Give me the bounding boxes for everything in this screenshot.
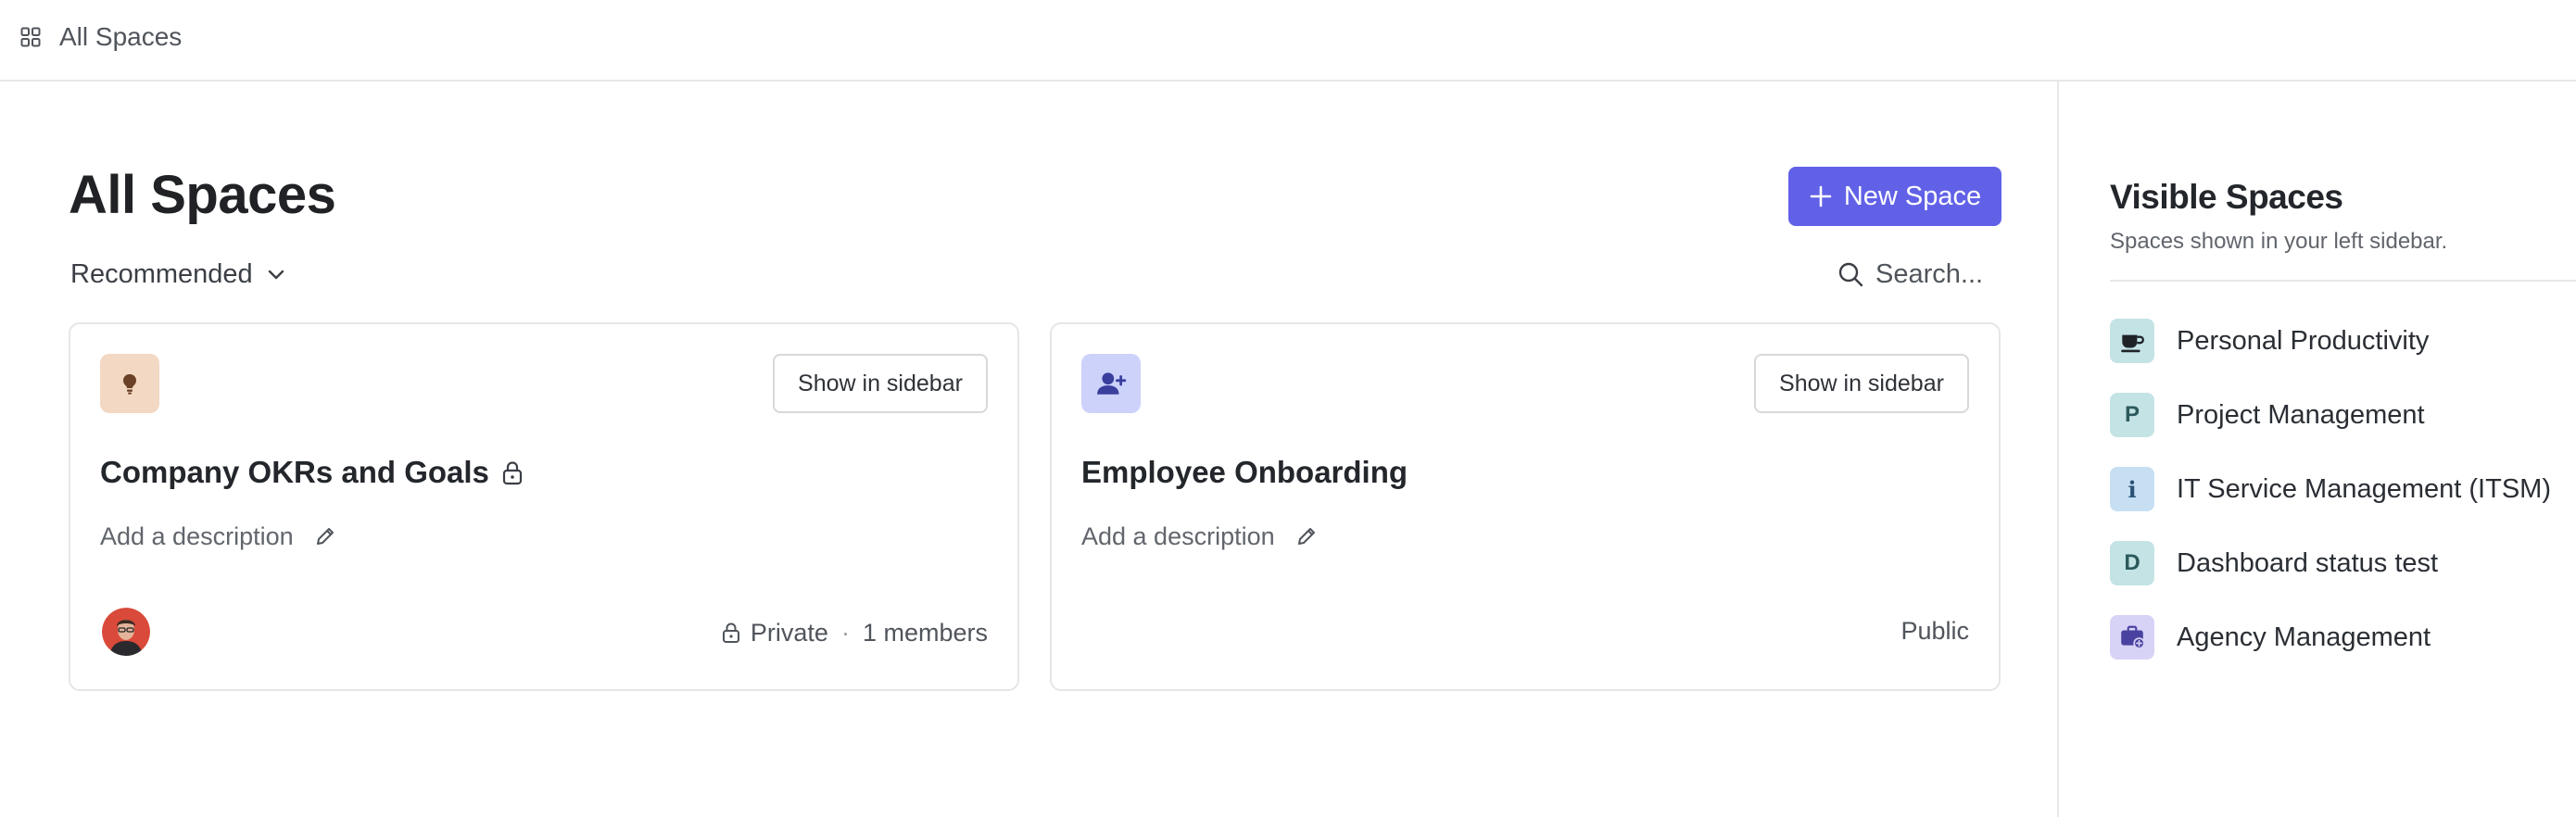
space-meta: Private · 1 members	[721, 617, 988, 648]
plus-icon	[1810, 185, 1832, 207]
sort-label: Recommended	[70, 258, 253, 289]
briefcase-icon	[2121, 625, 2145, 649]
space-icon-badge	[1081, 354, 1141, 413]
top-bar: All Spaces	[0, 0, 2576, 82]
chevron-down-icon	[268, 270, 284, 280]
space-title-text: Company OKRs and Goals	[100, 455, 489, 489]
member-photo	[102, 608, 150, 656]
user-plus-icon	[1097, 372, 1127, 395]
visible-spaces-subtitle: Spaces shown in your left sidebar.	[2110, 229, 2448, 254]
breadcrumb-title: All Spaces	[59, 22, 183, 51]
members-count: 1 members	[862, 619, 988, 647]
space-badge	[2110, 319, 2154, 363]
visible-space-label: Agency Management	[2177, 622, 2431, 652]
visible-space-item[interactable]: i IT Service Management (ITSM)	[2110, 467, 2576, 511]
page-title: All Spaces	[69, 165, 336, 225]
divider	[2110, 280, 2576, 282]
visible-space-item[interactable]: P Project Management	[2110, 393, 2576, 437]
visible-space-label: Personal Productivity	[2177, 325, 2430, 356]
visible-space-label: Dashboard status test	[2177, 547, 2439, 578]
visibility-label: Private	[750, 619, 828, 647]
description-placeholder: Add a description	[1081, 522, 1275, 550]
avatar[interactable]	[102, 608, 150, 656]
panel-divider	[2057, 82, 2059, 817]
space-title-text: Employee Onboarding	[1081, 455, 1408, 489]
new-space-button[interactable]: New Space	[1788, 167, 2001, 226]
description-placeholder: Add a description	[100, 522, 294, 550]
new-space-label: New Space	[1843, 181, 1982, 211]
space-badge: D	[2110, 541, 2154, 585]
space-card[interactable]: Show in sidebar Company OKRs and Goals A…	[69, 322, 1019, 691]
space-badge: P	[2110, 393, 2154, 437]
visible-space-item[interactable]: D Dashboard status test	[2110, 541, 2576, 585]
visible-spaces-title: Visible Spaces	[2110, 178, 2343, 216]
add-description[interactable]: Add a description	[1081, 521, 1318, 552]
grid-icon	[20, 27, 41, 47]
lock-icon	[502, 461, 523, 485]
separator-dot: ·	[840, 619, 850, 647]
visible-space-label: Project Management	[2177, 399, 2425, 430]
sort-dropdown[interactable]: Recommended	[70, 256, 286, 293]
search-placeholder: Search...	[1875, 258, 1984, 289]
info-icon: i	[2110, 467, 2154, 511]
space-card[interactable]: Show in sidebar Employee Onboarding Add …	[1050, 322, 2001, 691]
visible-space-item[interactable]: Personal Productivity	[2110, 319, 2576, 363]
visible-space-item[interactable]: Agency Management	[2110, 615, 2576, 660]
add-description[interactable]: Add a description	[100, 521, 336, 552]
space-icon-badge	[100, 354, 159, 413]
search-icon	[1838, 262, 1863, 287]
show-in-sidebar-button[interactable]: Show in sidebar	[1754, 354, 1969, 413]
space-title[interactable]: Company OKRs and Goals	[100, 454, 524, 491]
space-title[interactable]: Employee Onboarding	[1081, 454, 1408, 491]
search-input[interactable]: Search...	[1837, 256, 1983, 293]
show-in-sidebar-button[interactable]: Show in sidebar	[773, 354, 988, 413]
lightbulb-icon	[123, 374, 136, 395]
space-badge	[2110, 615, 2154, 660]
lock-icon	[722, 622, 739, 643]
coffee-cup-icon	[2121, 334, 2144, 353]
pencil-icon	[1297, 528, 1315, 545]
visibility-label: Public	[1900, 617, 1969, 645]
visible-spaces-list: Personal Productivity P Project Manageme…	[2110, 319, 2576, 689]
pencil-icon	[316, 528, 334, 545]
visible-space-label: IT Service Management (ITSM)	[2177, 473, 2551, 504]
